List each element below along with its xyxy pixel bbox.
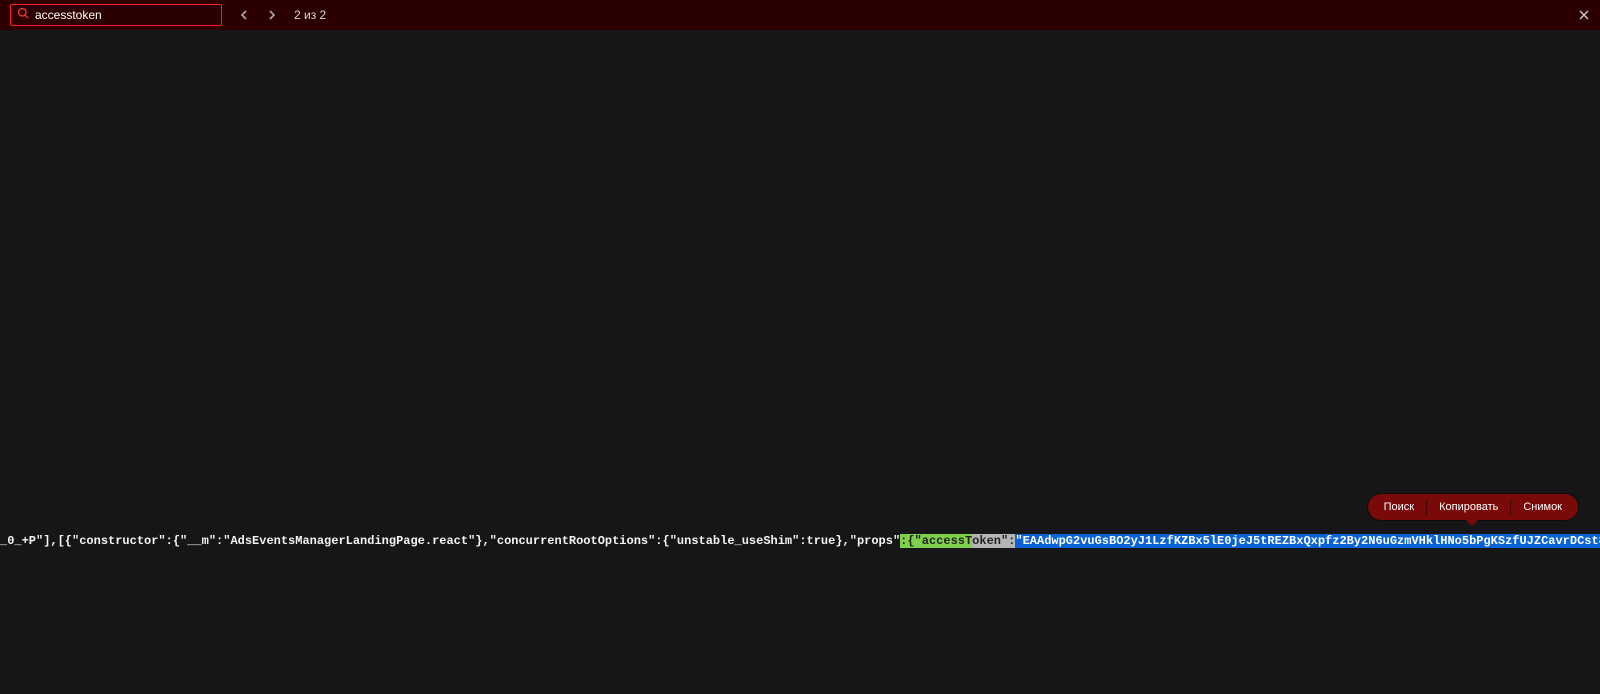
search-highlight-current: :{"accessT bbox=[900, 534, 972, 548]
code-prefix: _0_+P"],[{"constructor":{"__m":"AdsEvent… bbox=[0, 534, 900, 548]
search-nav bbox=[236, 7, 280, 23]
prev-match-button[interactable] bbox=[236, 7, 252, 23]
search-field[interactable] bbox=[10, 4, 222, 26]
text-selection: "EAAdwpG2vuGsBO2yJ1LzfKZBx5lE0jeJ5tREZBx… bbox=[1015, 534, 1600, 548]
close-icon[interactable] bbox=[1574, 5, 1594, 25]
tooltip-snapshot-button[interactable]: Снимок bbox=[1511, 501, 1574, 513]
find-bar: 2 из 2 bbox=[0, 0, 1600, 30]
next-match-button[interactable] bbox=[264, 7, 280, 23]
tooltip-search-button[interactable]: Поиск bbox=[1372, 501, 1426, 513]
search-highlight: oken": bbox=[972, 534, 1015, 548]
selection-tooltip: Поиск Копировать Снимок bbox=[1368, 494, 1578, 520]
source-line[interactable]: _0_+P"],[{"constructor":{"__m":"AdsEvent… bbox=[0, 534, 1600, 548]
search-icon bbox=[17, 6, 29, 24]
tooltip-copy-button[interactable]: Копировать bbox=[1427, 501, 1510, 513]
match-count: 2 из 2 bbox=[294, 8, 326, 22]
search-input[interactable] bbox=[35, 8, 215, 22]
